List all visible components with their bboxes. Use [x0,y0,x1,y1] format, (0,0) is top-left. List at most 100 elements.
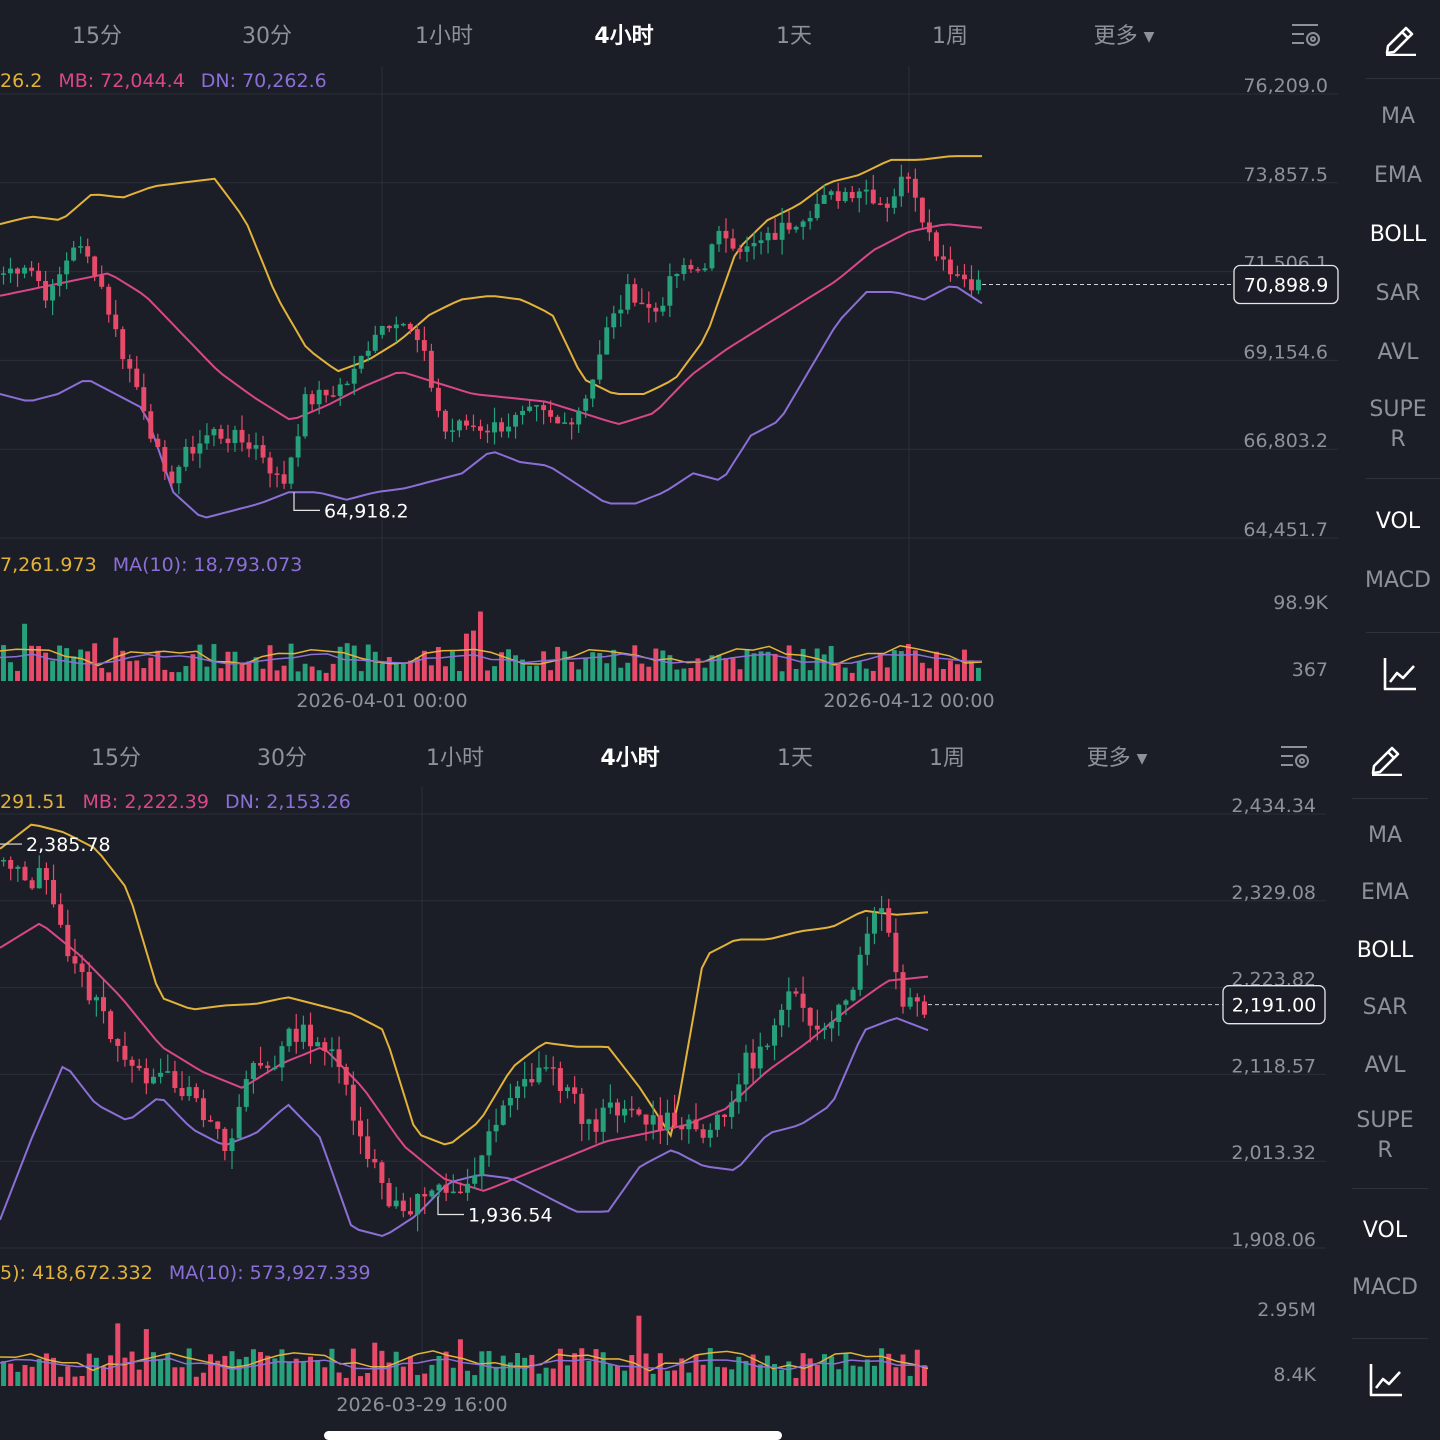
volume-bar [856,660,862,681]
tab-15min[interactable]: 15分 [72,18,122,50]
candle [543,1067,549,1069]
volume-bar [779,671,785,681]
candle [772,1025,778,1046]
candle [183,446,189,467]
tab-4hour[interactable]: 4小时 [594,18,653,50]
sidebar-item-ema[interactable]: EMA [1356,161,1440,191]
volume-bar [295,671,301,681]
sidebar-item-boll[interactable]: BOLL [1342,936,1428,966]
volume-bar [485,670,490,681]
sidebar-item-sar[interactable]: SAR [1342,993,1428,1023]
candle [686,1119,692,1130]
candle [522,1079,528,1087]
volume-bar [779,1369,785,1386]
indicator-settings-icon[interactable] [1290,20,1322,50]
tab-30min[interactable]: 30分 [242,18,292,50]
sidebar-item-macd[interactable]: MACD [1356,566,1440,596]
candle [472,1175,478,1184]
volume-bar [870,670,876,681]
candle [15,866,21,869]
volume-bar [534,665,540,681]
tab-more[interactable]: 更多 ▼ [1094,18,1155,50]
sidebar-item-avl[interactable]: AVL [1356,338,1440,368]
candle [129,1059,135,1066]
volume-bar [835,662,841,681]
candle [856,191,862,199]
chart-style-icon[interactable] [1368,1362,1404,1398]
volume-bar [579,1348,585,1386]
sidebar-item-vol[interactable]: VOL [1356,507,1440,537]
candle [871,912,877,934]
tab-1week[interactable]: 1周 [929,740,965,772]
volume-bar [65,1366,71,1386]
timeframe-tabbar: 15分 30分 1小时 4小时 1天 1周 更多 ▼ [0,0,1340,72]
sidebar-item-sar[interactable]: SAR [1356,279,1440,309]
boll-mb-value: MB: 72,044.4 [58,70,185,92]
sidebar-item-super[interactable]: SUPE R [1356,395,1440,455]
volume-bar [204,666,210,681]
volume-bar [672,1370,678,1386]
sidebar-item-vol[interactable]: VOL [1342,1216,1428,1246]
tab-1hour[interactable]: 1小时 [415,18,473,50]
sidebar-item-ema[interactable]: EMA [1342,878,1428,908]
candle [229,1138,235,1152]
tab-1week[interactable]: 1周 [932,18,968,50]
tab-1day[interactable]: 1天 [777,740,813,772]
volume-bar [15,670,20,681]
sidebar-item-super[interactable]: SUPE R [1342,1106,1428,1166]
volume-bar [926,668,932,681]
sidebar-item-avl[interactable]: AVL [1342,1051,1428,1081]
candle [115,1039,121,1046]
candle [71,247,77,261]
volume-bar [842,667,848,681]
tab-30min[interactable]: 30分 [257,740,307,772]
home-indicator[interactable] [324,1431,782,1440]
volume-bar [365,644,371,681]
volume-bar [456,670,462,681]
tab-1day[interactable]: 1天 [776,18,812,50]
sidebar-item-ma[interactable]: MA [1356,102,1440,132]
volume-bar [857,1366,863,1386]
candle [51,880,57,905]
timeframe-tabbar: 15分 30分 1小时 4小时 1天 1周 更多 ▼ [0,722,1340,794]
volume-bar [907,1375,913,1386]
candle [407,323,413,330]
candle [315,1042,321,1047]
candle [843,1000,849,1005]
candle [877,203,883,205]
volume-bar [176,672,182,681]
candle [842,192,848,202]
pencil-icon[interactable] [1368,740,1404,776]
candle [351,368,357,384]
tab-1hour[interactable]: 1小时 [426,740,484,772]
tab-4hour[interactable]: 4小时 [600,740,659,772]
candle [281,474,287,484]
volume-bar [702,667,708,681]
price-chart-canvas[interactable]: 76,209.073,857.571,506.169,154.666,803.2… [0,0,1340,720]
price-axis-label: 66,803.2 [1243,430,1328,452]
candle [429,1190,435,1197]
price-chart-canvas[interactable]: 2,434.342,329.082,223.822,118.572,013.32… [0,722,1330,1440]
pencil-icon[interactable] [1382,20,1418,56]
candle [750,1052,756,1069]
chart-style-icon[interactable] [1382,656,1418,692]
candle [415,1194,421,1215]
volume-bar [22,1365,28,1386]
candle [807,1007,813,1026]
candle [716,230,722,245]
candle [101,997,107,1012]
candle [236,1106,242,1139]
sidebar-item-ma[interactable]: MA [1342,821,1428,851]
sidebar-item-boll[interactable]: BOLL [1356,220,1440,250]
candle [302,394,308,437]
volume-bar [786,645,792,681]
tab-more[interactable]: 更多 ▼ [1087,740,1148,772]
indicator-settings-icon[interactable] [1279,742,1311,772]
tab-15min[interactable]: 15分 [91,740,141,772]
candle [730,238,736,249]
sidebar-item-macd[interactable]: MACD [1342,1273,1428,1303]
candle [479,1155,485,1176]
sidebar-divider [1352,798,1428,799]
candle [260,445,266,458]
current-price-value: 70,898.9 [1244,275,1329,297]
